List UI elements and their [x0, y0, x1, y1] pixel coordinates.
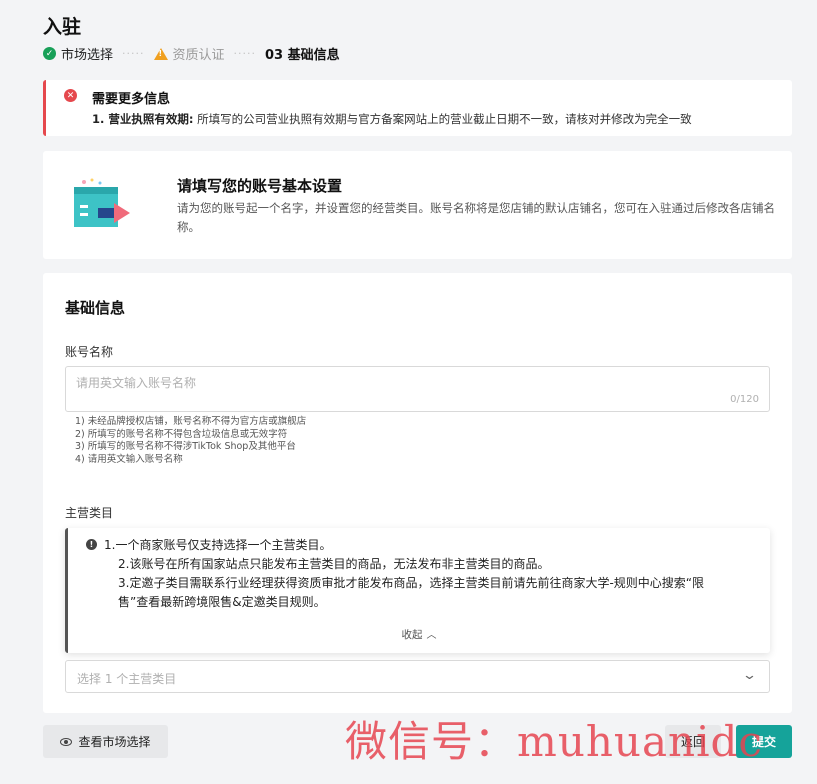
- view-market-selection-button[interactable]: 查看市场选择: [43, 725, 168, 758]
- submit-button[interactable]: 提交: [736, 725, 792, 758]
- account-name-field[interactable]: 0/120: [65, 366, 770, 412]
- collapse-label: 收起: [401, 629, 423, 641]
- main-category-select[interactable]: 选择 1 个主营类目 ⌄: [65, 660, 770, 693]
- rule-item: 2) 所填写的账号名称不得包含垃圾信息或无效字符: [75, 428, 288, 440]
- select-placeholder: 选择 1 个主营类目: [77, 672, 177, 686]
- category-info-text: 1.一个商家账号仅支持选择一个主营类目。 2.该账号在所有国家站点只能发布主营类…: [104, 536, 704, 612]
- check-circle-icon: ✓: [43, 47, 56, 60]
- intro-card: 请填写您的账号基本设置 请为您的账号起一个名字，并设置您的经营类目。账号名称将是…: [43, 151, 792, 259]
- intro-title: 请填写您的账号基本设置: [177, 177, 343, 195]
- shop-illustration-icon: [74, 178, 130, 227]
- char-counter: 0/120: [730, 394, 759, 405]
- info-line: 1.一个商家账号仅支持选择一个主营类目。: [104, 538, 332, 552]
- account-name-input[interactable]: [76, 373, 696, 393]
- step-market-selection[interactable]: ✓ 市场选择: [43, 44, 113, 63]
- step-divider: ·····: [122, 47, 145, 60]
- step-basic-info: 03 基础信息: [265, 44, 340, 63]
- rule-item: 1) 未经品牌授权店铺，账号名称不得为官方店或旗舰店: [75, 416, 307, 427]
- chevron-down-icon: ⌄: [741, 668, 758, 683]
- account-name-label: 账号名称: [65, 345, 114, 359]
- page-title: 入驻: [43, 16, 82, 38]
- info-line: 3.定邀子类目需联系行业经理获得资质审批才能发布商品，选择主营类目前请先前往商家…: [118, 576, 705, 590]
- step-qualification[interactable]: 资质认证: [153, 44, 225, 63]
- intro-description: 请为您的账号起一个名字，并设置您的经营类目。账号名称将是您店铺的默认店铺名，您可…: [177, 201, 775, 234]
- step-progress: ✓ 市场选择 ····· 资质认证 ····· 03 基础信息: [43, 44, 340, 63]
- info-line: 2.该账号在所有国家站点只能发布主营类目的商品，无法发布非主营类目的商品。: [118, 557, 550, 571]
- rule-item: 3) 所填写的账号名称不得涉TikTok Shop及其他平台: [75, 441, 296, 452]
- alert-message: 1. 营业执照有效期: 所填写的公司营业执照有效期与官方备案网站上的营业截止日期…: [92, 111, 692, 127]
- rule-item: 4) 请用英文输入账号名称: [75, 453, 183, 465]
- basic-info-form: 基础信息 账号名称 0/120 1) 未经品牌授权店铺，账号名称不得为官方店或旗…: [43, 273, 792, 713]
- info-icon: !: [86, 539, 97, 550]
- category-info-box: ! 1.一个商家账号仅支持选择一个主营类目。 2.该账号在所有国家站点只能发布主…: [65, 528, 770, 653]
- warning-icon: [153, 47, 168, 60]
- step-label: 市场选择: [61, 48, 114, 63]
- error-alert: ✕ 需要更多信息 1. 营业执照有效期: 所填写的公司营业执照有效期与官方备案网…: [43, 80, 792, 136]
- step-label: 资质认证: [172, 48, 225, 63]
- step-label: 03 基础信息: [265, 48, 340, 63]
- account-name-rules: 1) 未经品牌授权店铺，账号名称不得为官方店或旗舰店 2) 所填写的账号名称不得…: [75, 416, 306, 466]
- back-button[interactable]: 返回: [665, 725, 721, 758]
- error-icon: ✕: [64, 89, 77, 102]
- alert-item-prefix: 1. 营业执照有效期:: [92, 112, 194, 126]
- main-category-label: 主营类目: [65, 506, 114, 520]
- step-divider: ·····: [233, 47, 256, 60]
- eye-icon: [60, 737, 73, 746]
- collapse-toggle[interactable]: 收起 ︿: [68, 626, 770, 642]
- button-label: 查看市场选择: [78, 735, 151, 749]
- alert-title: 需要更多信息: [92, 92, 171, 107]
- alert-item-text: 所填写的公司营业执照有效期与官方备案网站上的营业截止日期不一致，请核对并修改为完…: [193, 112, 692, 126]
- info-line: 售”查看最新跨境限售&定邀类目规则。: [118, 595, 326, 609]
- chevron-up-icon: ︿: [426, 630, 437, 641]
- section-title: 基础信息: [65, 299, 126, 317]
